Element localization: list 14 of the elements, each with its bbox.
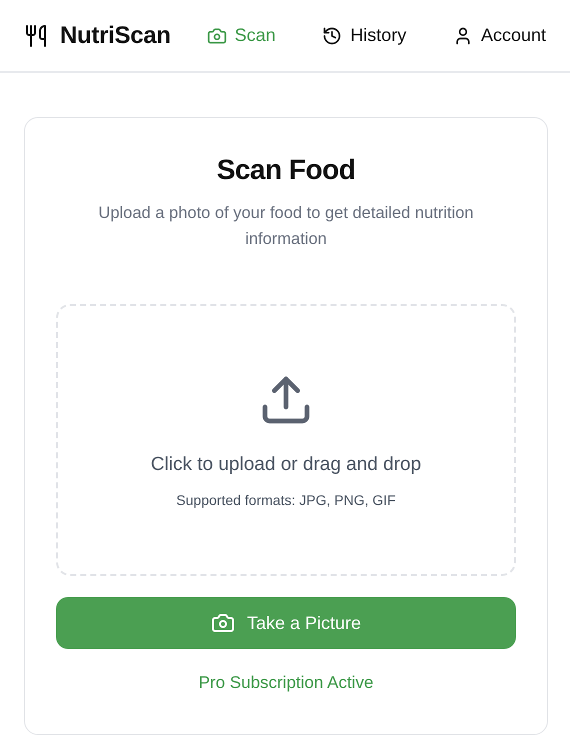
upload-dropzone[interactable]: Click to upload or drag and drop Supported formats: JPG, PNG, GIF [56, 304, 516, 576]
history-icon [322, 26, 342, 46]
card-subtitle: Upload a photo of your food to get detailed nutrition information [97, 203, 475, 250]
nav-link[interactable]: Scan [206, 21, 276, 50]
upload-prompt: Click to upload or drag and drop [150, 454, 422, 476]
card-title: Scan Food [216, 154, 356, 186]
nav-link[interactable]: History [322, 21, 406, 50]
app-name: NutriScan [60, 22, 171, 50]
nav-link[interactable]: Account [452, 21, 546, 50]
upload-hint: Supported formats: JPG, PNG, GIF [176, 492, 396, 508]
subscription-status: Pro Subscription Active [198, 673, 374, 693]
utensils-icon [24, 24, 48, 48]
camera-icon [210, 611, 235, 635]
camera-icon [206, 26, 227, 46]
